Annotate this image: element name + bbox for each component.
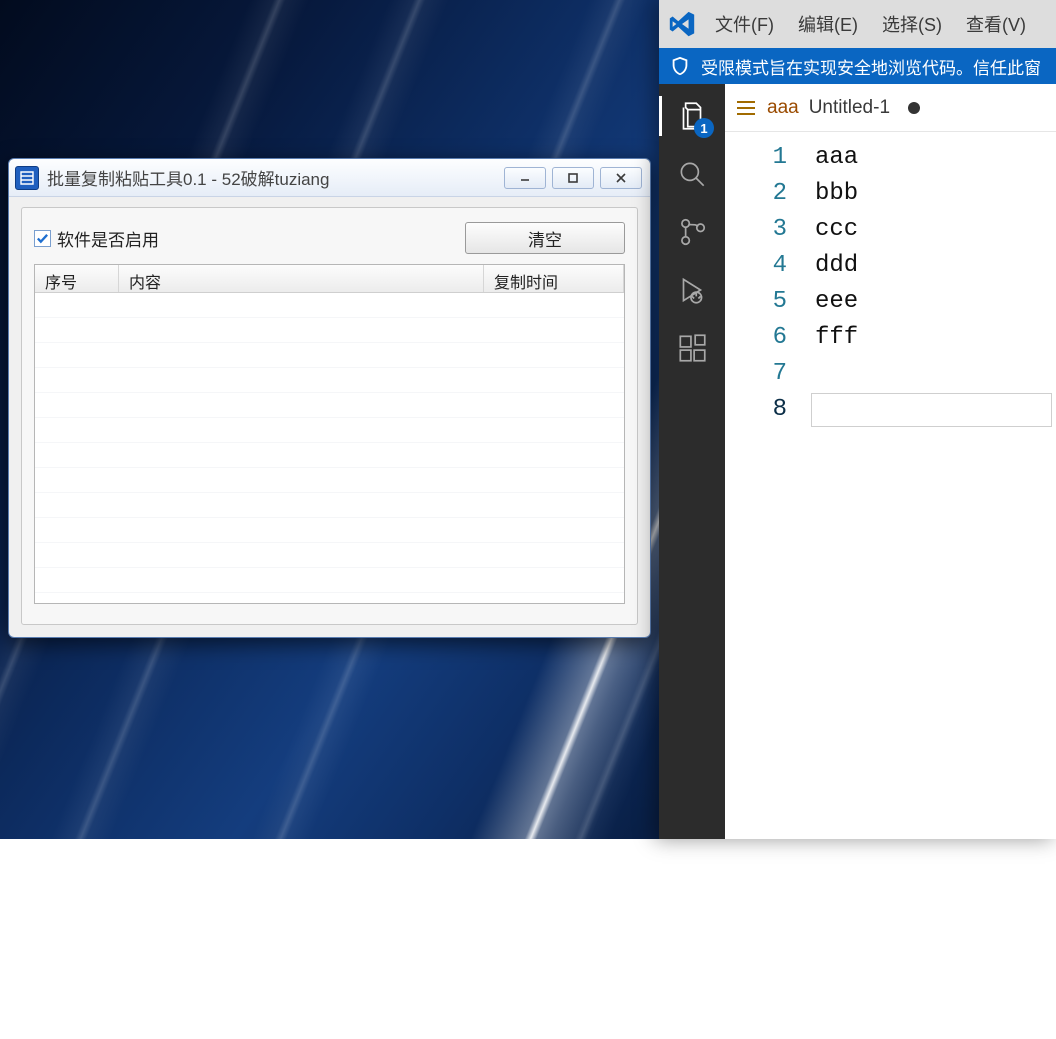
checkbox-label: 软件是否启用 (57, 226, 159, 251)
clipboard-table[interactable]: 序号 内容 复制时间 (34, 264, 625, 604)
menu-view[interactable]: 查看(V) (956, 5, 1036, 43)
clear-button[interactable]: 清空 (465, 222, 625, 254)
banner-text: 受限模式旨在实现安全地浏览代码。信任此窗 (701, 54, 1041, 79)
column-content[interactable]: 内容 (119, 265, 484, 292)
activity-bar: 1 (659, 84, 725, 839)
vscode-window[interactable]: 文件(F) 编辑(E) 选择(S) 查看(V) 受限模式旨在实现安全地浏览代码。… (659, 0, 1056, 839)
line-number: 4 (725, 248, 787, 284)
table-body[interactable] (35, 293, 624, 603)
line-number: 7 (725, 356, 787, 392)
vscode-logo-icon (663, 5, 701, 43)
activity-run-debug[interactable] (674, 272, 710, 308)
explorer-badge: 1 (694, 118, 714, 138)
clear-button-label: 清空 (528, 226, 562, 251)
code-lines[interactable]: aaabbbcccdddeeefff (815, 140, 1056, 839)
line-number: 6 (725, 320, 787, 356)
desktop-wallpaper: 批量复制粘贴工具0.1 - 52破解tuziang 软件是否启用 清空 (0, 0, 1056, 839)
minimize-button[interactable] (504, 167, 546, 189)
code-line[interactable]: ddd (815, 248, 1056, 284)
window-title: 批量复制粘贴工具0.1 - 52破解tuziang (47, 165, 504, 190)
line-number: 8 (725, 392, 787, 428)
menu-select[interactable]: 选择(S) (872, 5, 952, 43)
cursor-line (811, 393, 1052, 427)
vscode-titlebar[interactable]: 文件(F) 编辑(E) 选择(S) 查看(V) (659, 0, 1056, 48)
restricted-mode-banner[interactable]: 受限模式旨在实现安全地浏览代码。信任此窗 (659, 48, 1056, 84)
tab-filename[interactable]: Untitled-1 (809, 97, 890, 119)
enable-checkbox[interactable]: 软件是否启用 (34, 226, 159, 251)
code-editor[interactable]: 12345678 aaabbbcccdddeeefff (725, 132, 1056, 839)
group-box: 软件是否启用 清空 序号 内容 复制时间 (21, 207, 638, 625)
window-titlebar[interactable]: 批量复制粘贴工具0.1 - 52破解tuziang (9, 159, 650, 197)
menu-edit[interactable]: 编辑(E) (788, 5, 868, 43)
checkbox-box (34, 230, 51, 247)
clipboard-tool-window[interactable]: 批量复制粘贴工具0.1 - 52破解tuziang 软件是否启用 清空 (8, 158, 651, 638)
activity-extensions[interactable] (674, 330, 710, 366)
dirty-indicator-icon (908, 102, 920, 114)
column-index[interactable]: 序号 (35, 265, 119, 292)
editor-tabs[interactable]: aaa Untitled-1 (725, 84, 1056, 132)
code-line[interactable] (815, 393, 1056, 427)
menu-file[interactable]: 文件(F) (705, 5, 784, 43)
app-icon (15, 166, 39, 190)
code-line[interactable]: aaa (815, 140, 1056, 176)
line-number: 5 (725, 284, 787, 320)
activity-explorer[interactable]: 1 (674, 98, 710, 134)
line-number: 3 (725, 212, 787, 248)
code-line[interactable]: bbb (815, 176, 1056, 212)
shield-icon (669, 55, 691, 77)
table-header: 序号 内容 复制时间 (35, 265, 624, 293)
code-line[interactable] (815, 356, 1056, 392)
column-time[interactable]: 复制时间 (484, 265, 624, 292)
code-line[interactable]: eee (815, 284, 1056, 320)
activity-source-control[interactable] (674, 214, 710, 250)
file-icon (737, 98, 757, 118)
tab-prefix: aaa (767, 97, 799, 119)
close-button[interactable] (600, 167, 642, 189)
line-number-gutter: 12345678 (725, 140, 815, 839)
editor-area: aaa Untitled-1 12345678 aaabbbcccdddeeef… (725, 84, 1056, 839)
line-number: 2 (725, 176, 787, 212)
maximize-button[interactable] (552, 167, 594, 189)
code-line[interactable]: ccc (815, 212, 1056, 248)
line-number: 1 (725, 140, 787, 176)
activity-search[interactable] (674, 156, 710, 192)
code-line[interactable]: fff (815, 320, 1056, 356)
